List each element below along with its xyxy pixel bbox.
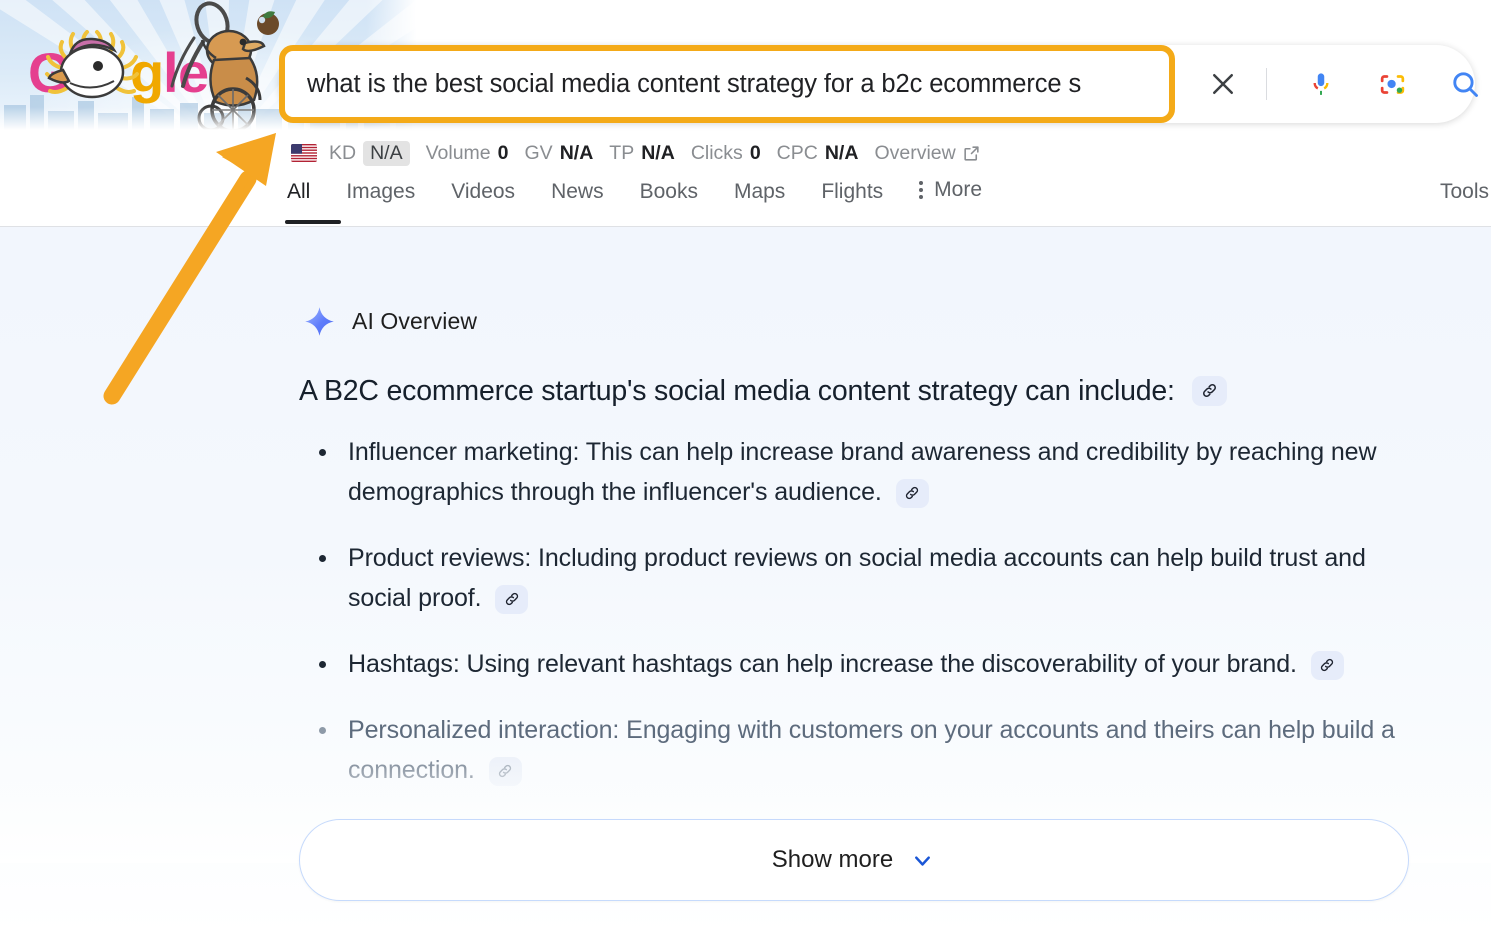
tab-more-label: More	[934, 178, 982, 202]
tab-flights[interactable]: Flights	[821, 178, 883, 204]
close-icon	[1208, 69, 1238, 99]
ai-overview-lead-label: A B2C ecommerce startup's social media c…	[299, 373, 1175, 410]
metrics-overview-label: Overview	[874, 142, 955, 165]
link-chain-icon	[496, 762, 514, 780]
external-link-icon	[962, 144, 981, 163]
bullet-text: Influencer marketing: This can help incr…	[348, 438, 1376, 506]
metric-value-tp: N/A	[641, 142, 675, 165]
bullet-text: Hashtags: Using relevant hashtags can he…	[348, 650, 1297, 678]
link-chain-icon	[1200, 381, 1219, 400]
tab-images[interactable]: Images	[346, 178, 415, 204]
tab-books[interactable]: Books	[640, 178, 698, 204]
search-submit-button[interactable]	[1436, 45, 1491, 123]
ai-overview-lead-text: A B2C ecommerce startup's social media c…	[299, 373, 1409, 410]
ai-overview-panel: AI Overview A B2C ecommerce startup's so…	[0, 227, 1491, 934]
metric-label-cpc: CPC	[777, 142, 818, 165]
link-chain-icon	[1318, 656, 1336, 674]
search-actions-divider	[1266, 68, 1267, 100]
microphone-icon	[1306, 69, 1336, 99]
kebab-menu-icon	[919, 181, 923, 199]
show-more-label: Show more	[772, 846, 893, 874]
ai-overview-header: AI Overview	[303, 305, 477, 338]
ai-overview-bullet-list: Influencer marketing: This can help incr…	[299, 432, 1429, 882]
tab-videos[interactable]: Videos	[451, 178, 515, 204]
link-chip[interactable]	[896, 479, 929, 508]
metric-value-gv: N/A	[560, 142, 594, 165]
link-chain-icon	[503, 590, 521, 608]
link-chip[interactable]	[1311, 651, 1344, 680]
ai-overview-title: AI Overview	[352, 308, 477, 335]
show-more-button[interactable]: Show more	[299, 819, 1409, 901]
search-input-highlighted[interactable]: what is the best social media content st…	[279, 45, 1175, 123]
metric-label-tp: TP	[609, 142, 634, 165]
list-item: Product reviews: Including product revie…	[299, 538, 1429, 618]
search-icon	[1449, 68, 1482, 101]
tab-news[interactable]: News	[551, 178, 604, 204]
chevron-down-icon	[909, 847, 936, 874]
metric-label-gv: GV	[525, 142, 553, 165]
link-chain-icon	[903, 484, 921, 502]
metric-label-clicks: Clicks	[691, 142, 743, 165]
list-item: Personalized interaction: Engaging with …	[299, 710, 1429, 790]
svg-text:g: g	[130, 41, 164, 104]
tab-all[interactable]: All	[287, 178, 310, 204]
tab-more-button[interactable]: More	[919, 178, 982, 202]
link-chip[interactable]	[489, 757, 522, 786]
search-vertical-tabs: All Images Videos News Books Maps Flight…	[287, 178, 1491, 226]
list-item: Influencer marketing: This can help incr…	[299, 432, 1429, 512]
metrics-overview-link[interactable]: Overview	[874, 142, 980, 165]
search-input-value[interactable]: what is the best social media content st…	[285, 70, 1081, 99]
google-search-results-page: G g l e	[0, 0, 1491, 934]
metric-label-volume: Volume	[426, 142, 491, 165]
search-bar[interactable]: what is the best social media content st…	[279, 45, 1475, 123]
svg-text:e: e	[178, 41, 209, 104]
united-states-flag-icon	[291, 144, 317, 162]
link-chip[interactable]	[495, 585, 528, 614]
ai-sparkle-icon	[303, 305, 336, 338]
metric-label-kd: KD	[329, 142, 356, 165]
tab-maps[interactable]: Maps	[734, 178, 785, 204]
metric-value-kd: N/A	[363, 141, 410, 166]
voice-search-button[interactable]	[1292, 45, 1350, 123]
search-tools-button[interactable]: Tools	[1440, 180, 1489, 204]
google-lens-button[interactable]	[1363, 45, 1421, 123]
seo-metrics-bar: KD N/A Volume 0 GV N/A TP N/A Clicks 0 C…	[291, 139, 981, 167]
metric-value-cpc: N/A	[825, 142, 859, 165]
metric-value-clicks: 0	[750, 142, 761, 165]
clear-search-button[interactable]	[1199, 45, 1247, 123]
link-chip[interactable]	[1192, 376, 1227, 406]
list-item: Hashtags: Using relevant hashtags can he…	[299, 644, 1429, 684]
google-lens-camera-icon	[1377, 69, 1408, 100]
metric-value-volume: 0	[498, 142, 509, 165]
